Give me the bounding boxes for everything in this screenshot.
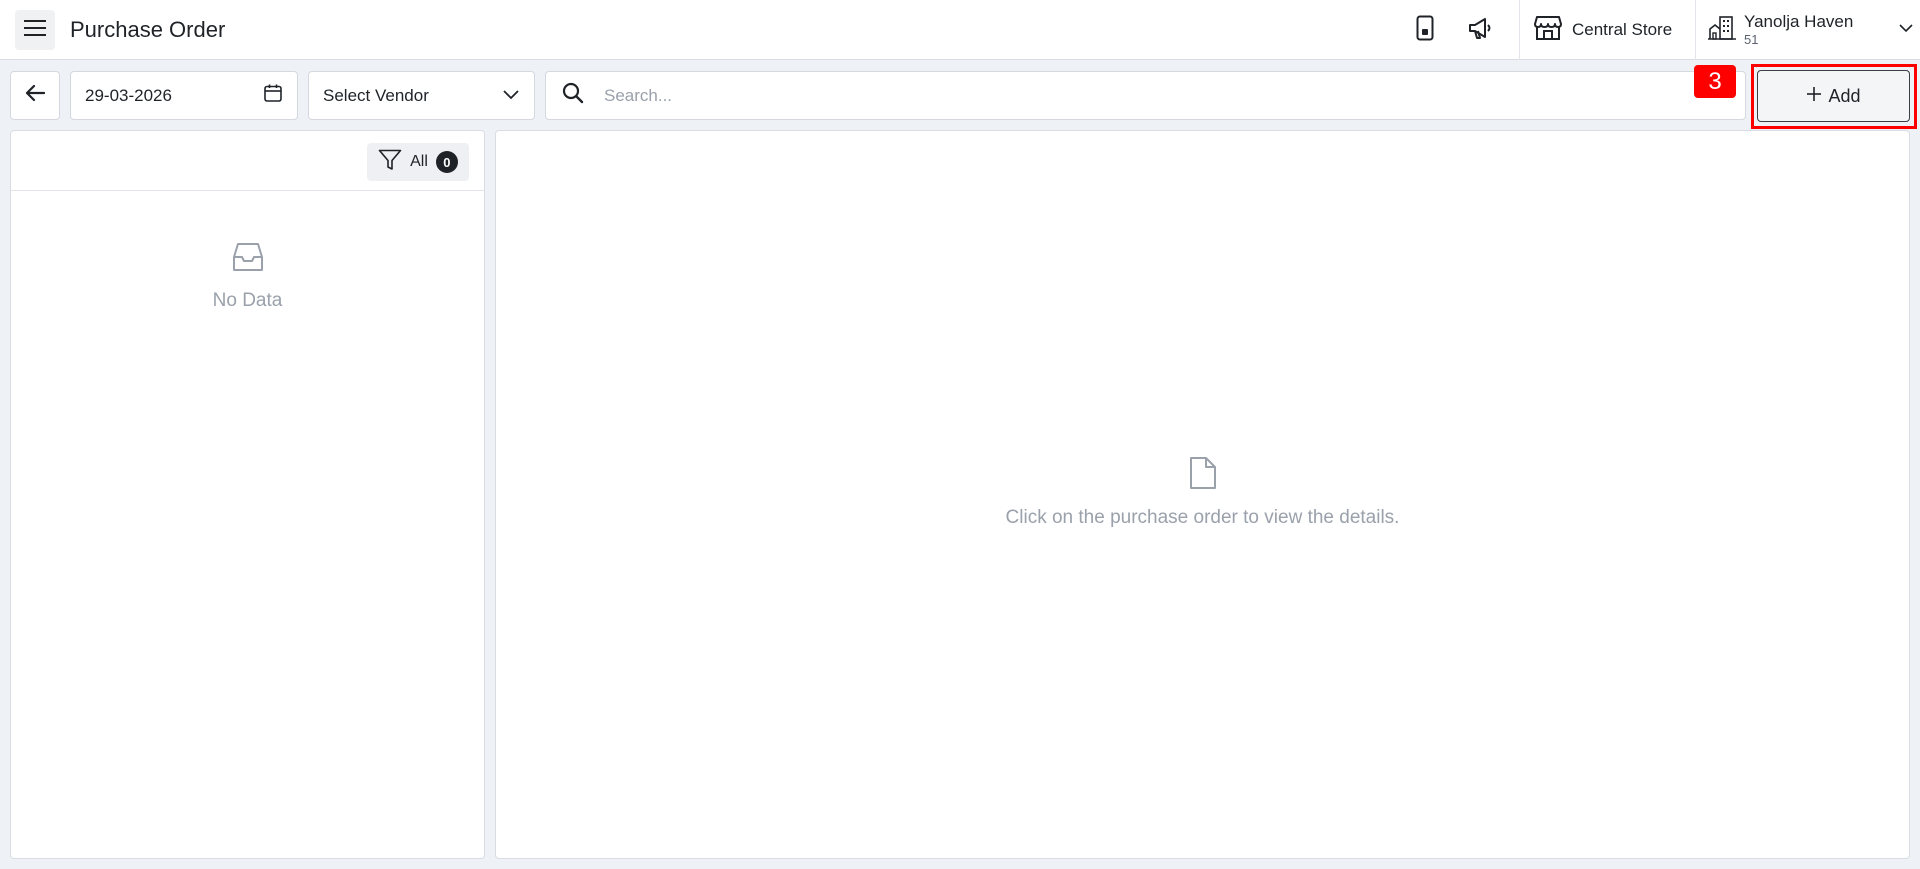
purchase-order-details: Click on the purchase order to view the … bbox=[495, 130, 1910, 859]
megaphone-icon bbox=[1467, 16, 1493, 45]
store-selector[interactable]: Central Store bbox=[1534, 15, 1672, 45]
arrow-left-icon bbox=[25, 84, 46, 107]
menu-icon bbox=[24, 19, 46, 42]
header-divider bbox=[1695, 0, 1696, 60]
add-button[interactable]: Add bbox=[1757, 70, 1910, 122]
filter-count-badge: 0 bbox=[435, 151, 458, 173]
inbox-icon bbox=[230, 241, 266, 278]
empty-state: No Data bbox=[11, 241, 484, 312]
menu-button[interactable] bbox=[15, 10, 55, 50]
page-title: Purchase Order bbox=[70, 17, 226, 42]
back-button[interactable] bbox=[10, 71, 60, 120]
property-number: 51 bbox=[1744, 32, 1759, 48]
details-empty-state: Click on the purchase order to view the … bbox=[496, 456, 1909, 529]
plus-icon bbox=[1806, 86, 1822, 107]
header-divider bbox=[1519, 0, 1520, 60]
search-box[interactable] bbox=[545, 71, 1746, 120]
search-icon bbox=[562, 82, 584, 109]
date-value: 29-03-2026 bbox=[85, 85, 172, 105]
vendor-select-label: Select Vendor bbox=[323, 85, 429, 105]
announcement-button[interactable] bbox=[1466, 16, 1494, 44]
vendor-select[interactable]: Select Vendor bbox=[308, 71, 535, 120]
date-picker[interactable]: 29-03-2026 bbox=[70, 71, 298, 120]
top-header: Purchase Order Central Store Yanolja Hav… bbox=[0, 0, 1920, 60]
search-input[interactable] bbox=[604, 85, 1704, 106]
chevron-down-icon bbox=[1899, 20, 1913, 38]
add-button-label: Add bbox=[1828, 85, 1861, 106]
property-name: Yanolja Haven bbox=[1744, 12, 1854, 31]
filter-button[interactable]: All 0 bbox=[367, 143, 469, 181]
property-selector[interactable]: Yanolja Haven 51 bbox=[1708, 8, 1913, 52]
calendar-icon[interactable] bbox=[263, 83, 283, 108]
list-header: All 0 bbox=[11, 131, 484, 191]
chevron-down-icon bbox=[502, 86, 520, 106]
filter-icon bbox=[378, 149, 402, 176]
details-empty-text: Click on the purchase order to view the … bbox=[1005, 507, 1400, 528]
purchase-order-list: All 0 No Data bbox=[10, 130, 485, 859]
store-icon bbox=[1534, 15, 1562, 46]
store-name: Central Store bbox=[1572, 20, 1673, 39]
mobile-button[interactable] bbox=[1411, 15, 1439, 46]
step-marker: 3 bbox=[1694, 65, 1736, 98]
empty-state-text: No Data bbox=[212, 290, 283, 311]
filter-label: All bbox=[410, 153, 428, 170]
document-icon bbox=[1188, 456, 1218, 495]
mobile-icon bbox=[1416, 15, 1434, 46]
building-icon bbox=[1708, 15, 1736, 46]
